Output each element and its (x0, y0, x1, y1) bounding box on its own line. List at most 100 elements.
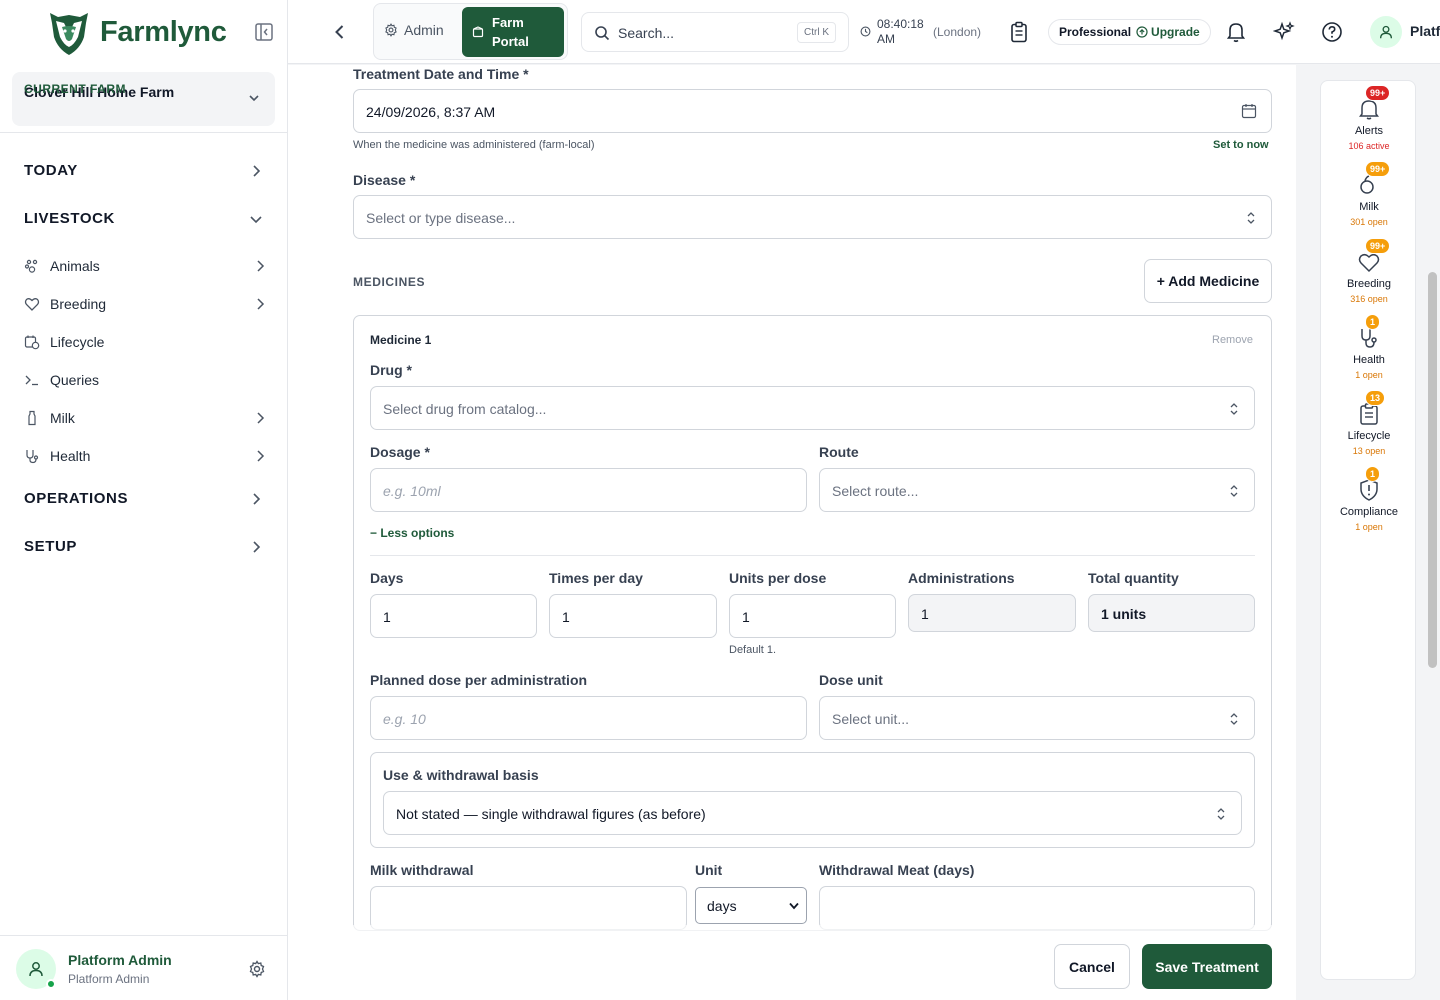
sidebar-item-breeding[interactable]: Breeding (24, 296, 274, 312)
logo[interactable]: Farmlync (0, 0, 287, 64)
chevrons-up-down-icon (1247, 212, 1255, 224)
treatment-date-input[interactable]: 24/09/2026, 8:37 AM (353, 89, 1272, 133)
farm-portal-label-line2: Portal (492, 34, 529, 49)
scrollbar-thumb[interactable] (1428, 272, 1437, 668)
rail-item-breeding[interactable]: 99+ Breeding 316 open (1321, 238, 1417, 304)
days-value: 1 (383, 609, 391, 625)
times-per-day-label: Times per day (549, 570, 643, 586)
farm-portal-button[interactable]: Farm Portal (462, 7, 564, 57)
badge: 99+ (1365, 85, 1391, 101)
current-farm-label: CURRENT FARM (24, 82, 126, 96)
back-chevron-icon[interactable] (330, 22, 350, 42)
milk-withdrawal-input[interactable] (370, 886, 687, 930)
meat-withdrawal-input[interactable] (819, 886, 1255, 930)
admin-label: Admin (404, 22, 444, 38)
avatar[interactable] (16, 949, 56, 989)
cow-shield-logo-icon (50, 13, 88, 55)
calendar-icon[interactable] (1241, 103, 1257, 119)
stethoscope-icon (26, 450, 39, 464)
days-input[interactable]: 1 (370, 594, 537, 638)
rail-item-milk[interactable]: 99+ Milk 301 open (1321, 161, 1417, 227)
withdrawal-basis-select[interactable]: Not stated — single withdrawal figures (… (383, 791, 1242, 835)
cancel-button[interactable]: Cancel (1054, 944, 1130, 989)
upgrade-link[interactable]: Upgrade (1136, 25, 1200, 39)
heart-icon (24, 298, 40, 311)
nav-section-livestock[interactable]: LIVESTOCK (24, 210, 264, 227)
farm-clock: 08:40:18 AM (London) (860, 17, 981, 47)
units-per-dose-input[interactable]: 1 (729, 594, 896, 638)
user-icon (1380, 25, 1392, 39)
add-medicine-button[interactable]: + Add Medicine (1144, 259, 1272, 303)
help-circle-icon[interactable] (1321, 21, 1343, 43)
remove-medicine-button[interactable]: Remove (1212, 334, 1253, 346)
chevron-down-icon (789, 902, 799, 910)
administrations-label: Administrations (908, 570, 1015, 586)
planned-dose-input[interactable]: e.g. 10 (370, 696, 807, 740)
sidebar-item-milk[interactable]: Milk (24, 410, 274, 426)
chevron-right-icon (257, 298, 265, 310)
route-select[interactable]: Select route... (819, 468, 1255, 512)
withdrawal-basis-value: Not stated — single withdrawal figures (… (396, 806, 706, 822)
rail-item-count: 316 open (1350, 294, 1388, 304)
header-avatar[interactable] (1370, 16, 1402, 48)
treatment-date-help: When the medicine was administered (farm… (353, 139, 595, 151)
header-user-name[interactable]: Platf (1410, 23, 1440, 39)
stethoscope-icon (1361, 329, 1377, 348)
calendar-clock-icon (24, 335, 40, 350)
less-options-toggle[interactable]: − Less options (370, 526, 454, 540)
treatment-date-value: 24/09/2026, 8:37 AM (366, 104, 496, 120)
disease-label: Disease * (353, 172, 416, 188)
arrow-up-circle-icon (1136, 26, 1148, 38)
current-farm-selector[interactable]: CURRENT FARM Clover Hill Home Farm (12, 72, 275, 126)
clipboard-icon[interactable] (1009, 21, 1029, 43)
rail-item-compliance[interactable]: 1 Compliance 1 open (1321, 466, 1417, 532)
nav-section-operations[interactable]: OPERATIONS (24, 490, 264, 507)
medicine-title: Medicine 1 (370, 333, 432, 347)
chevrons-up-down-icon (1230, 403, 1238, 415)
sparkles-icon[interactable] (1273, 21, 1295, 43)
nav-section-today[interactable]: TODAY (24, 162, 264, 179)
dose-unit-label: Dose unit (819, 672, 883, 688)
search-shortcut: Ctrl K (797, 22, 836, 43)
top-header: Admin Farm Portal Search... Ctrl K 08:40… (288, 0, 1440, 64)
nav-section-setup[interactable]: SETUP (24, 538, 264, 555)
rail-item-label: Breeding (1346, 278, 1392, 290)
clock-timezone: (London) (933, 25, 982, 39)
gear-icon[interactable] (248, 960, 266, 978)
dose-unit-select[interactable]: Select unit... (819, 696, 1255, 740)
save-treatment-button[interactable]: Save Treatment (1142, 944, 1272, 989)
sidebar-item-label: Lifecycle (50, 334, 105, 350)
sidebar-item-health[interactable]: Health (24, 448, 274, 464)
times-per-day-input[interactable]: 1 (549, 594, 717, 638)
user-name: Platform Admin (68, 952, 172, 968)
withdrawal-unit-select[interactable]: days (695, 887, 807, 924)
plan-badge[interactable]: Professional Upgrade (1048, 19, 1211, 45)
rail-item-lifecycle[interactable]: 13 Lifecycle 13 open (1321, 390, 1417, 456)
withdrawal-unit-value: days (707, 897, 737, 914)
rail-item-count: 1 open (1355, 522, 1383, 532)
admin-portal-button[interactable]: Admin (384, 22, 444, 38)
meat-withdrawal-label: Withdrawal Meat (days) (819, 862, 975, 878)
global-search[interactable]: Search... Ctrl K (581, 12, 849, 52)
sidebar-item-animals[interactable]: Animals (24, 258, 274, 274)
collapse-sidebar-icon[interactable] (254, 22, 274, 42)
sidebar-item-lifecycle[interactable]: Lifecycle (24, 334, 274, 350)
rail-item-alerts[interactable]: 99+ Alerts 106 active (1321, 85, 1417, 151)
chevron-right-icon (257, 412, 265, 424)
clock-time: 08:40:18 (877, 17, 924, 31)
sidebar-item-queries[interactable]: Queries (24, 372, 274, 388)
clock-icon (860, 26, 871, 37)
drug-select[interactable]: Select drug from catalog... (370, 386, 1255, 430)
bell-icon[interactable] (1226, 21, 1246, 43)
times-per-day-value: 1 (562, 609, 570, 625)
chevrons-up-down-icon (1230, 485, 1238, 497)
rail-item-health[interactable]: 1 Health 1 open (1321, 314, 1417, 380)
sidebar-item-label: Health (50, 448, 91, 464)
units-per-dose-value: 1 (742, 609, 750, 625)
disease-combobox[interactable]: Select or type disease... (353, 195, 1272, 239)
set-to-now-link[interactable]: Set to now (1213, 139, 1269, 151)
milk-bottle-icon (28, 410, 36, 426)
dosage-input[interactable]: e.g. 10ml (370, 468, 807, 512)
building-icon (472, 26, 484, 38)
drug-label: Drug * (370, 362, 412, 378)
